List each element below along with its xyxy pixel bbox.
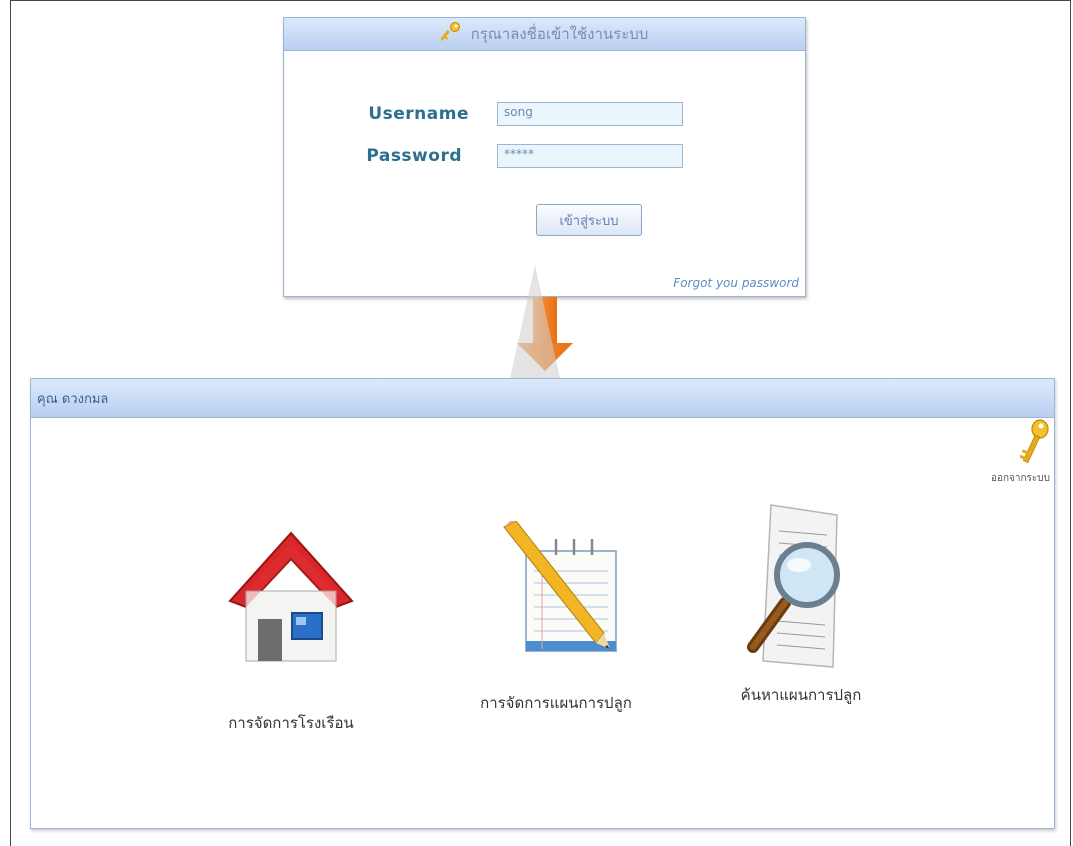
login-header: กรุณาลงชื่อเข้าใช้งานระบบ bbox=[284, 18, 805, 51]
house-icon[interactable] bbox=[226, 531, 356, 673]
menu-item-label[interactable]: การจัดการแผนการปลูก bbox=[441, 691, 671, 715]
menu-item-label[interactable]: การจัดการโรงเรือน bbox=[191, 711, 391, 735]
logout-key-icon[interactable] bbox=[1019, 419, 1050, 471]
login-button[interactable]: เข้าสู่ระบบ bbox=[536, 204, 642, 236]
dashboard-header: คุณ ดวงกมล bbox=[31, 379, 1054, 418]
down-arrow-icon bbox=[515, 297, 575, 376]
menu-item-search-plan[interactable]: ค้นหาแผนการปลูก bbox=[721, 501, 881, 707]
user-name: คุณ ดวงกมล bbox=[37, 391, 109, 407]
forgot-password-link[interactable]: Forgot you password bbox=[673, 276, 799, 290]
password-row: Password ***** bbox=[284, 144, 683, 168]
username-label: Username bbox=[368, 104, 469, 124]
document-search-icon[interactable] bbox=[741, 504, 861, 675]
logout-label[interactable]: ออกจากระบบ bbox=[970, 471, 1050, 486]
password-label: Password bbox=[366, 146, 462, 166]
logout-button[interactable]: ออกจากระบบ bbox=[970, 417, 1050, 486]
menu-item-label[interactable]: ค้นหาแผนการปลูก bbox=[721, 683, 881, 707]
login-panel: กรุณาลงชื่อเข้าใช้งานระบบ Username song … bbox=[283, 17, 806, 297]
key-icon bbox=[439, 21, 461, 47]
username-input[interactable]: song bbox=[497, 102, 683, 126]
menu-item-greenhouse[interactable]: การจัดการโรงเรือน bbox=[191, 529, 391, 735]
menu-item-planting-plan[interactable]: การจัดการแผนการปลูก bbox=[441, 519, 671, 715]
password-input[interactable]: ***** bbox=[497, 144, 683, 168]
dashboard-panel: คุณ ดวงกมล ออกจากระบบ การจัดการโรงเรือน … bbox=[30, 378, 1055, 829]
login-title: กรุณาลงชื่อเข้าใช้งานระบบ bbox=[470, 25, 649, 43]
username-row: Username song bbox=[284, 102, 683, 126]
notepad-pencil-icon[interactable] bbox=[486, 519, 626, 665]
